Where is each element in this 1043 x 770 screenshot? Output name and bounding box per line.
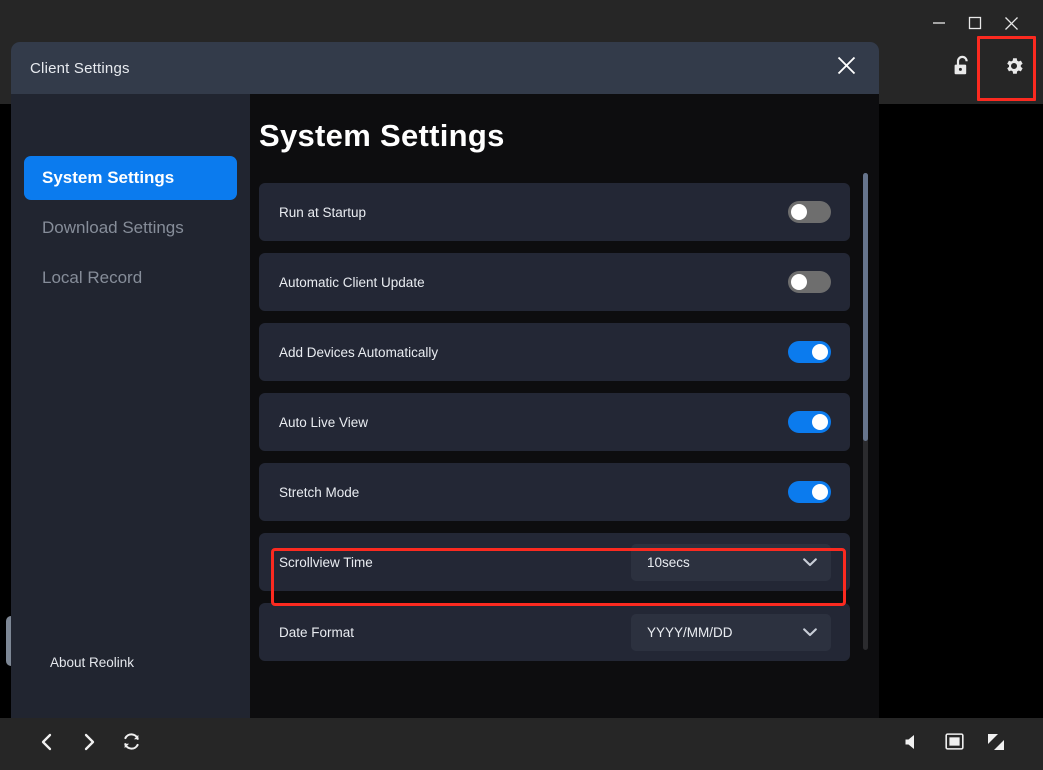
about-reolink-link[interactable]: About Reolink [50, 655, 134, 670]
toggle-run-at-startup[interactable] [788, 201, 831, 223]
sidebar-item-system-settings[interactable]: System Settings [24, 156, 237, 200]
refresh-icon [122, 732, 141, 756]
dialog-header: Client Settings [11, 42, 879, 94]
volume-icon [904, 733, 920, 756]
dropdown-scrollview-time[interactable]: 10secs [631, 543, 831, 581]
sidebar-item-label: System Settings [42, 168, 175, 187]
toggle-knob [812, 484, 828, 500]
toggle-knob [791, 204, 807, 220]
row-label: Scrollview Time [279, 554, 373, 570]
toggle-knob [791, 274, 807, 290]
settings-gear-button[interactable] [993, 46, 1035, 90]
minimize-button[interactable] [921, 8, 957, 38]
gear-icon [1003, 55, 1025, 82]
row-label: Add Devices Automatically [279, 344, 439, 360]
setting-row-scrollview-time[interactable]: Scrollview Time 10secs [259, 533, 850, 591]
toggle-add-devices-automatically[interactable] [788, 341, 831, 363]
row-label: Stretch Mode [279, 484, 360, 500]
setting-row-stretch-mode[interactable]: Stretch Mode [259, 463, 850, 521]
page-title: System Settings [259, 118, 505, 153]
close-icon [1004, 16, 1019, 31]
toggle-automatic-client-update[interactable] [788, 271, 831, 293]
dropdown-date-format[interactable]: YYYY/MM/DD [631, 613, 831, 651]
toggle-knob [812, 414, 828, 430]
maximize-button[interactable] [957, 8, 993, 38]
row-label: Date Format [279, 624, 355, 640]
sidebar-item-local-record[interactable]: Local Record [24, 256, 237, 300]
bottom-toolbar-right [899, 731, 1009, 757]
fullscreen-button[interactable] [983, 731, 1009, 757]
toggle-knob [812, 344, 828, 360]
minimize-icon [932, 16, 946, 30]
settings-panel: System Settings Run at Startup Automatic… [250, 94, 879, 718]
close-button[interactable] [993, 8, 1029, 38]
chevron-down-icon [803, 557, 817, 567]
app-root: Client Settings System Settings Download… [0, 0, 1043, 770]
window-controls [921, 8, 1029, 38]
maximize-icon [968, 16, 982, 30]
toggle-stretch-mode[interactable] [788, 481, 831, 503]
sidebar-item-label: Download Settings [42, 217, 184, 237]
dialog-title: Client Settings [30, 59, 130, 77]
setting-row-auto-live-view[interactable]: Auto Live View [259, 393, 850, 451]
row-label: Automatic Client Update [279, 274, 425, 290]
chevron-down-icon [803, 627, 817, 637]
setting-row-add-devices-automatically[interactable]: Add Devices Automatically [259, 323, 850, 381]
unlock-button[interactable] [941, 46, 983, 90]
sidebar-item-download-settings[interactable]: Download Settings [24, 206, 237, 250]
setting-row-run-at-startup[interactable]: Run at Startup [259, 183, 850, 241]
dialog-body: System Settings Download Settings Local … [11, 94, 879, 718]
unlock-icon [952, 55, 973, 82]
settings-rows: Run at Startup Automatic Client Update A… [250, 183, 879, 661]
row-label: Auto Live View [279, 414, 369, 430]
dialog-close-button[interactable] [829, 51, 863, 85]
setting-row-automatic-client-update[interactable]: Automatic Client Update [259, 253, 850, 311]
row-label: Run at Startup [279, 204, 367, 220]
chrome-tool-buttons [941, 46, 1035, 90]
panel-scrollbar-thumb[interactable] [863, 173, 868, 441]
next-button[interactable] [76, 731, 102, 757]
snapshot-icon [944, 733, 964, 755]
volume-button[interactable] [899, 731, 925, 757]
close-icon [836, 55, 857, 81]
sidebar-item-label: Local Record [42, 267, 143, 287]
settings-sidebar: System Settings Download Settings Local … [11, 94, 250, 718]
next-icon [81, 733, 97, 756]
bottom-toolbar-left [34, 731, 144, 757]
previous-button[interactable] [34, 731, 60, 757]
panel-scrollbar-track[interactable] [863, 173, 868, 650]
snapshot-button[interactable] [941, 731, 967, 757]
toggle-auto-live-view[interactable] [788, 411, 831, 433]
bottom-toolbar [0, 718, 1043, 770]
refresh-button[interactable] [118, 731, 144, 757]
previous-icon [39, 733, 55, 756]
fullscreen-icon [987, 733, 1005, 756]
dropdown-value: YYYY/MM/DD [647, 624, 733, 640]
sidebar-nav: System Settings Download Settings Local … [11, 94, 250, 299]
client-settings-dialog: Client Settings System Settings Download… [11, 42, 879, 718]
setting-row-date-format[interactable]: Date Format YYYY/MM/DD [259, 603, 850, 661]
dropdown-value: 10secs [647, 554, 690, 570]
